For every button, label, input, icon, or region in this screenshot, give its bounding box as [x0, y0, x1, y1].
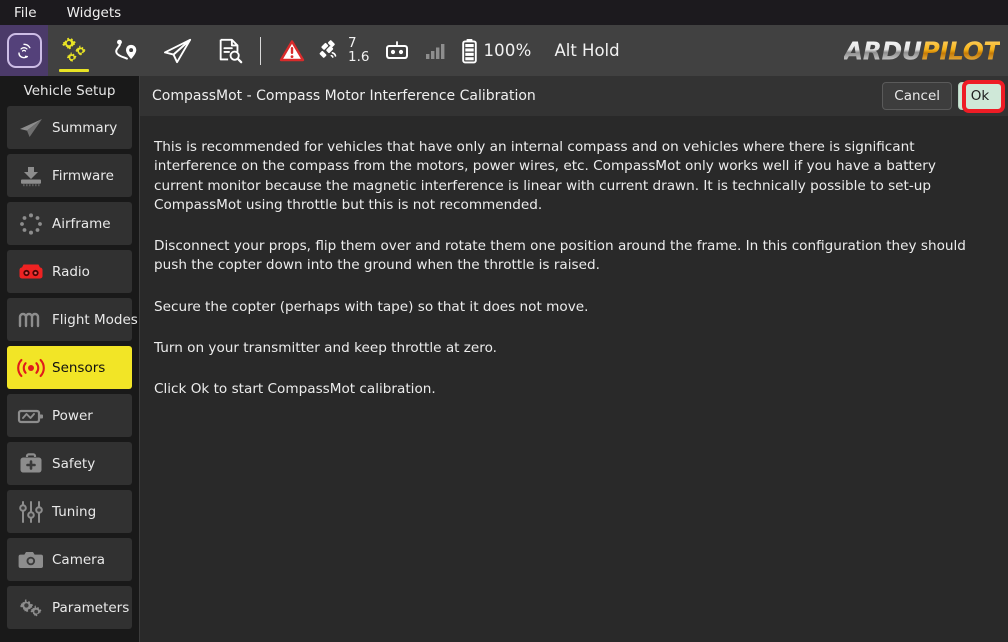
tuning-sliders-icon	[14, 498, 48, 526]
main-toolbar: 7 1.6 100% Alt Hold ARDUPILOT	[0, 25, 1008, 76]
radio-transmitter-icon	[14, 258, 48, 286]
ardupilot-logo-pilot: PILOT	[921, 36, 1001, 65]
sidebar-label-radio: Radio	[52, 263, 90, 280]
page-header: CompassMot - Compass Motor Interference …	[140, 76, 1008, 116]
sidebar-item-flight-modes[interactable]: Flight Modes	[7, 298, 138, 341]
plan-waypoints-icon	[115, 39, 137, 60]
sidebar-item-sensors[interactable]: Sensors	[7, 346, 132, 389]
power-battery-icon	[14, 402, 48, 430]
toolbar-fly-button[interactable]	[152, 25, 204, 76]
gps-readouts: 7 1.6	[348, 36, 370, 65]
vehicle-setup-gears-icon	[62, 37, 86, 62]
warning-status[interactable]	[272, 25, 312, 76]
camera-icon	[14, 546, 48, 574]
warning-triangle-icon	[279, 39, 305, 61]
instruction-paragraph-1: This is recommended for vehicles that ha…	[154, 139, 936, 213]
sidebar-label-summary: Summary	[52, 119, 118, 136]
sidebar-label-parameters: Parameters	[52, 599, 130, 616]
sidebar-label-power: Power	[52, 407, 93, 424]
gps-hdop-value: 1.6	[348, 48, 370, 65]
qgroundcontrol-window: File Widgets 7 1.6 100% Alt Hold ARDUPIL…	[0, 0, 1008, 642]
flight-mode-indicator[interactable]: Alt Hold	[554, 41, 619, 60]
sidebar-item-tuning[interactable]: Tuning	[7, 490, 132, 533]
airframe-dots-icon	[14, 210, 48, 238]
sidebar-label-tuning: Tuning	[52, 503, 97, 520]
toolbar-analyze-button[interactable]	[204, 25, 256, 76]
menu-bar: File Widgets	[0, 0, 1008, 25]
sidebar-label-safety: Safety	[52, 455, 96, 472]
paper-plane-icon	[14, 114, 48, 142]
parameters-gears-icon	[14, 594, 48, 622]
firmware-download-icon	[14, 162, 48, 190]
rc-status[interactable]	[376, 25, 418, 76]
sidebar-label-airframe: Airframe	[52, 215, 111, 232]
ardupilot-logo: ARDUPILOT	[843, 36, 1001, 65]
page-title: CompassMot - Compass Motor Interference …	[152, 88, 536, 104]
sidebar-item-camera[interactable]: Camera	[7, 538, 132, 581]
main-area: Vehicle Setup Summary Firmware Airframe …	[0, 76, 1008, 642]
cancel-button[interactable]: Cancel	[882, 82, 952, 110]
instruction-paragraph-4: Turn on your transmitter and keep thrott…	[154, 340, 497, 357]
sidebar-item-radio[interactable]: Radio	[7, 250, 132, 293]
toolbar-vehicle-setup-button[interactable]	[48, 25, 100, 76]
signal-bars-icon	[426, 43, 445, 59]
sidebar-label-camera: Camera	[52, 551, 105, 568]
rc-transmitter-icon	[386, 40, 409, 59]
instruction-paragraph-2: Disconnect your props, flip them over an…	[154, 238, 966, 274]
instructions-body: This is recommended for vehicles that ha…	[140, 116, 1008, 422]
qgroundcontrol-logo-icon	[6, 33, 42, 68]
safety-kit-icon	[14, 450, 48, 478]
signal-status[interactable]	[418, 25, 454, 76]
sidebar-item-power[interactable]: Power	[7, 394, 132, 437]
fly-paper-plane-icon	[164, 38, 192, 63]
sidebar-item-safety[interactable]: Safety	[7, 442, 132, 485]
analyze-document-icon	[219, 38, 243, 63]
sidebar-item-parameters[interactable]: Parameters	[7, 586, 132, 629]
toolbar-plan-button[interactable]	[100, 25, 152, 76]
ok-button[interactable]: Ok	[958, 82, 1002, 110]
battery-percent-label: 100%	[483, 41, 532, 60]
ardupilot-logo-ardu: ARDU	[843, 36, 922, 65]
instruction-paragraph-5: Click Ok to start CompassMot calibration…	[154, 381, 436, 398]
sidebar-item-summary[interactable]: Summary	[7, 106, 132, 149]
sidebar-title: Vehicle Setup	[23, 83, 116, 99]
gps-satellite-icon	[319, 39, 337, 58]
sensors-signal-icon	[14, 354, 48, 382]
sidebar-label-sensors: Sensors	[52, 359, 106, 376]
header-actions: Cancel Ok	[882, 82, 1002, 110]
sidebar-label-flight-modes: Flight Modes	[52, 311, 138, 328]
vehicle-setup-sidebar: Vehicle Setup Summary Firmware Airframe …	[0, 76, 140, 642]
menu-widgets[interactable]: Widgets	[63, 3, 126, 23]
flight-modes-waves-icon	[14, 306, 48, 334]
menu-file[interactable]: File	[10, 3, 41, 23]
active-tab-underline	[59, 69, 89, 72]
sidebar-item-airframe[interactable]: Airframe	[7, 202, 132, 245]
qgroundcontrol-logo-button[interactable]	[0, 25, 48, 76]
sidebar-item-firmware[interactable]: Firmware	[7, 154, 132, 197]
content-panel: CompassMot - Compass Motor Interference …	[140, 76, 1008, 642]
instruction-paragraph-3: Secure the copter (perhaps with tape) so…	[154, 298, 589, 315]
gps-status[interactable]: 7 1.6	[312, 25, 376, 76]
battery-status[interactable]: 100%	[454, 25, 538, 76]
vehicle-status-group: 7 1.6 100% Alt Hold	[272, 25, 620, 76]
battery-icon	[462, 38, 478, 63]
sidebar-label-firmware: Firmware	[52, 167, 114, 184]
toolbar-divider	[260, 36, 261, 65]
